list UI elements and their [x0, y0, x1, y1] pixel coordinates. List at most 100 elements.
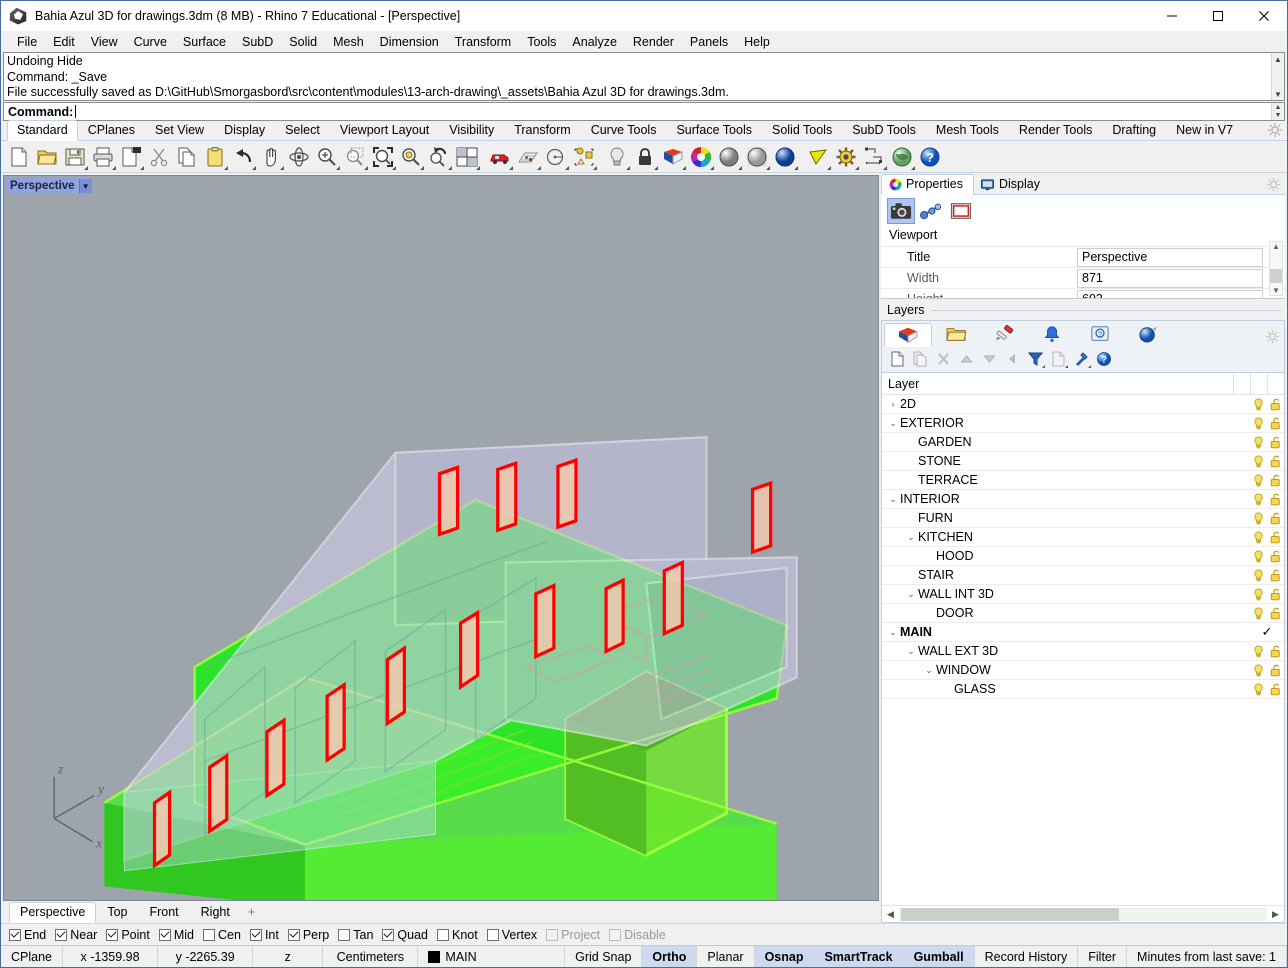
osnap-end[interactable]: End [7, 928, 52, 942]
flyout-arrow-icon[interactable] [883, 166, 887, 170]
command-history-scrollbar[interactable]: ▲ ▼ [1271, 53, 1284, 100]
scroll-down-icon[interactable]: ▼ [1272, 112, 1284, 121]
layer-lock-toggle[interactable] [1267, 607, 1284, 620]
layer-lock-toggle[interactable] [1267, 436, 1284, 449]
flyout-arrow-icon[interactable] [537, 166, 541, 170]
chevron-down-icon[interactable]: ⌄ [886, 418, 900, 429]
layer-row[interactable]: ⌄WINDOW [882, 661, 1284, 680]
checkbox-icon[interactable] [106, 929, 118, 941]
named-views-icon[interactable]: ? [1076, 322, 1124, 346]
flyout-arrow-icon[interactable] [738, 166, 742, 170]
toolbar-tab-solid-tools[interactable]: Solid Tools [762, 120, 842, 140]
layer-lock-toggle[interactable] [1267, 550, 1284, 563]
flyout-arrow-icon[interactable] [280, 166, 284, 170]
arrowhead-icon[interactable] [804, 143, 832, 171]
rotate-view-icon[interactable] [285, 143, 313, 171]
camera-icon[interactable] [887, 198, 915, 224]
layer-row[interactable]: FURN [882, 509, 1284, 528]
flyout-arrow-icon[interactable] [626, 166, 630, 170]
undo-icon[interactable] [229, 143, 257, 171]
flyout-arrow-icon[interactable] [252, 166, 256, 170]
toolbar-tab-subd-tools[interactable]: SubD Tools [842, 120, 926, 140]
open-file-icon[interactable] [33, 143, 61, 171]
save-file-icon[interactable] [61, 143, 89, 171]
flyout-arrow-icon[interactable] [112, 166, 116, 170]
layer-row[interactable]: ⌄KITCHEN [882, 528, 1284, 547]
checkbox-icon[interactable] [250, 929, 262, 941]
scroll-down-icon[interactable]: ▼ [1272, 286, 1280, 295]
layer-scroll-track[interactable] [899, 908, 1267, 921]
layer-visibility-toggle[interactable] [1250, 531, 1267, 544]
layer-lock-toggle[interactable] [1267, 664, 1284, 677]
layer-row[interactable]: ⌄MAIN✓ [882, 623, 1284, 642]
layer-lock-toggle[interactable] [1267, 645, 1284, 658]
move-layer-up-icon[interactable] [955, 348, 977, 370]
zoom-selected-icon[interactable] [397, 143, 425, 171]
layer-row[interactable]: DOOR [882, 604, 1284, 623]
chevron-down-icon[interactable]: ⌄ [886, 627, 900, 638]
paste-icon[interactable] [201, 143, 229, 171]
flyout-arrow-icon[interactable] [1088, 365, 1091, 368]
shaded-sphere-icon[interactable] [715, 143, 743, 171]
layer-visibility-toggle[interactable] [1250, 588, 1267, 601]
flyout-arrow-icon[interactable] [766, 166, 770, 170]
property-row-width[interactable]: Width 871 [881, 267, 1285, 288]
help-icon[interactable]: ? [1093, 348, 1115, 370]
toolbar-tab-drafting[interactable]: Drafting [1102, 120, 1166, 140]
checkbox-icon[interactable] [437, 929, 449, 941]
flyout-arrow-icon[interactable] [593, 166, 597, 170]
select-objects-icon[interactable] [570, 143, 598, 171]
layer-rows-container[interactable]: ›2D⌄EXTERIORGARDENSTONETERRACE⌄INTERIORF… [882, 395, 1284, 905]
chevron-down-icon[interactable]: ⌄ [922, 665, 936, 676]
new-file-icon[interactable] [5, 143, 33, 171]
layer-properties-icon[interactable] [1047, 348, 1069, 370]
flyout-arrow-icon[interactable] [476, 166, 480, 170]
checkbox-icon[interactable] [288, 929, 300, 941]
cplane-icon[interactable] [514, 143, 542, 171]
checkbox-icon[interactable] [9, 929, 21, 941]
scroll-up-icon[interactable]: ▲ [1272, 242, 1280, 251]
osnap-knot[interactable]: Knot [435, 928, 484, 942]
flyout-arrow-icon[interactable] [827, 166, 831, 170]
tab-properties[interactable]: Properties [881, 174, 974, 195]
toggle-smarttrack[interactable]: SmartTrack [814, 946, 903, 967]
layers-icon[interactable] [884, 323, 932, 347]
osnap-perp[interactable]: Perp [286, 928, 335, 942]
globe-icon[interactable] [888, 143, 916, 171]
flyout-arrow-icon[interactable] [654, 166, 658, 170]
layer-row[interactable]: ⌄EXTERIOR [882, 414, 1284, 433]
checkbox-icon[interactable] [55, 929, 67, 941]
layer-visibility-toggle[interactable] [1250, 512, 1267, 525]
layer-visibility-toggle[interactable] [1250, 493, 1267, 506]
flyout-arrow-icon[interactable] [682, 166, 686, 170]
layer-color-swatch[interactable] [428, 951, 440, 963]
units-indicator[interactable]: Centimeters [323, 946, 418, 967]
tab-display[interactable]: Display [974, 174, 1051, 194]
dimension-icon[interactable] [860, 143, 888, 171]
ghosted-sphere-icon[interactable] [743, 143, 771, 171]
layer-row[interactable]: STONE [882, 452, 1284, 471]
menu-file[interactable]: File [9, 32, 45, 52]
layer-lock-toggle[interactable] [1267, 512, 1284, 525]
checkbox-icon[interactable] [203, 929, 215, 941]
toolbar-tab-visibility[interactable]: Visibility [439, 120, 504, 140]
layer-visibility-toggle[interactable] [1250, 455, 1267, 468]
layer-lock-toggle[interactable] [1267, 417, 1284, 430]
layer-row[interactable]: GLASS [882, 680, 1284, 699]
chevron-down-icon[interactable]: ⌄ [904, 589, 918, 600]
viewport-title-label[interactable]: Perspective ▼ [6, 178, 92, 194]
car-icon[interactable] [486, 143, 514, 171]
toolbar-tab-mesh-tools[interactable]: Mesh Tools [926, 120, 1009, 140]
scroll-down-icon[interactable]: ▼ [1272, 88, 1284, 100]
layer-visibility-toggle[interactable] [1250, 569, 1267, 582]
toolbar-tab-display[interactable]: Display [214, 120, 275, 140]
lock-icon[interactable] [631, 143, 659, 171]
delete-layer-icon[interactable] [932, 348, 954, 370]
property-value-input[interactable]: 693 [1077, 290, 1263, 300]
osnap-tan[interactable]: Tan [336, 928, 379, 942]
toolbar-tab-new-in-v7[interactable]: New in V7 [1166, 120, 1243, 140]
filter-layers-icon[interactable] [1024, 348, 1046, 370]
flyout-arrow-icon[interactable] [509, 166, 513, 170]
layer-list-horizontal-scrollbar[interactable]: ◀ ▶ [882, 905, 1284, 922]
notifications-bell-icon[interactable] [1028, 322, 1076, 346]
